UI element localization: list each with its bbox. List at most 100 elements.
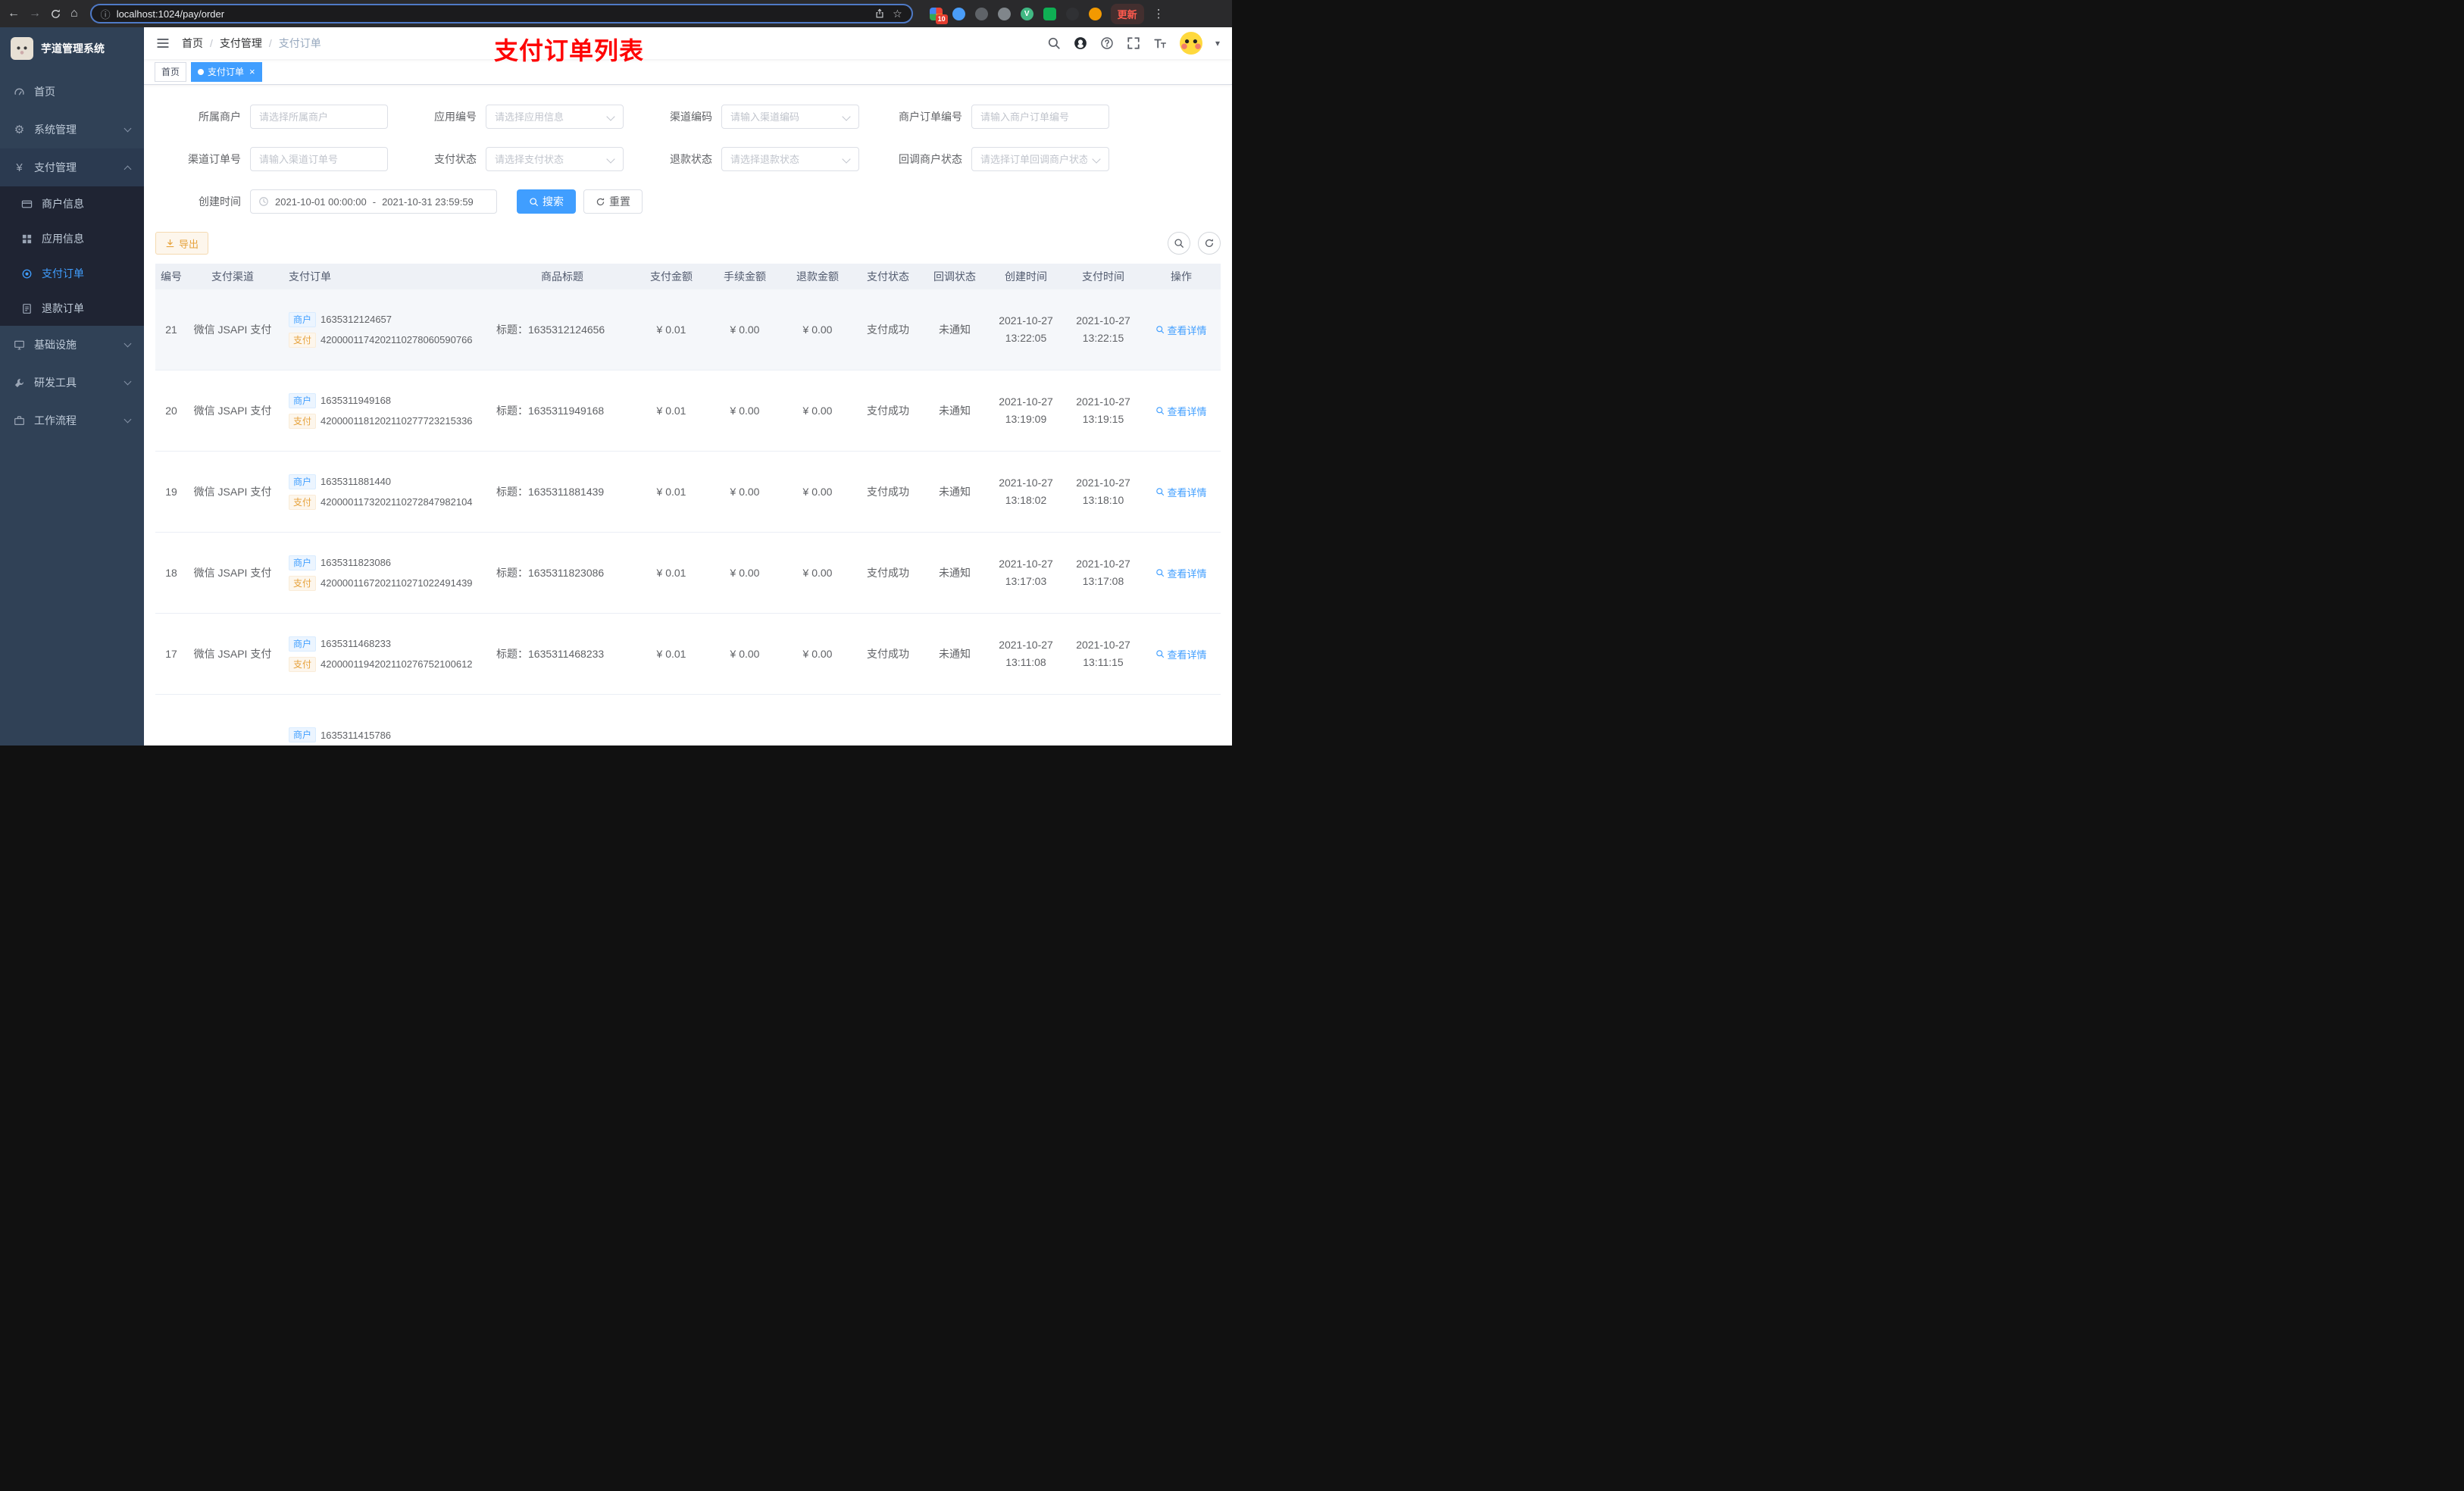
filter-field-notify-status: 回调商户状态 — [862, 147, 1112, 171]
view-detail-link[interactable]: 查看详情 — [1155, 647, 1207, 661]
create-time-range[interactable]: 2021-10-01 00:00:00 - 2021-10-31 23:59:5… — [250, 189, 497, 214]
view-detail-link[interactable]: 查看详情 — [1155, 404, 1207, 418]
extension-gray2-icon[interactable] — [997, 7, 1011, 20]
search-button[interactable]: 搜索 — [517, 189, 576, 214]
fullscreen-icon[interactable] — [1127, 36, 1140, 50]
tab-pay-order[interactable]: 支付订单 × — [191, 61, 262, 82]
share-icon[interactable] — [874, 8, 885, 19]
cell-id: 19 — [165, 486, 177, 498]
refund-status-input[interactable] — [722, 148, 858, 170]
font-size-icon[interactable] — [1153, 36, 1167, 50]
cell-channel: 微信 JSAPI 支付 — [193, 648, 272, 660]
cell-amount: ¥ 0.01 — [656, 648, 686, 660]
sidebar-item-label: 工作流程 — [34, 414, 77, 427]
cell-order: 商户 1635311949168 支付 42000011812021102777232… — [278, 392, 490, 429]
extension-blue-icon[interactable] — [952, 7, 965, 20]
breadcrumb-payment[interactable]: 支付管理 — [220, 36, 262, 51]
extension-gray-icon[interactable] — [974, 7, 988, 20]
sidebar-item-app-info[interactable]: 应用信息 — [0, 221, 144, 256]
reload-icon[interactable] — [50, 8, 61, 20]
user-avatar[interactable] — [1179, 32, 1202, 55]
merchant-tag: 商户 — [289, 555, 317, 570]
back-icon[interactable]: ← — [8, 8, 20, 20]
cell-refund: ¥ 0.00 — [802, 405, 833, 417]
forward-icon[interactable]: → — [29, 8, 41, 20]
extension-grid-icon[interactable]: 10 — [929, 7, 948, 24]
date-start[interactable]: 2021-10-01 00:00:00 — [275, 196, 367, 208]
pay-tag: 支付 — [289, 656, 317, 672]
sidebar-item-refund-order[interactable]: 退款订单 — [0, 291, 144, 326]
notify-status-input[interactable] — [972, 148, 1108, 170]
view-detail-link[interactable]: 查看详情 — [1155, 485, 1207, 499]
column-header: 回调状态 — [933, 270, 976, 283]
view-detail-link[interactable]: 查看详情 — [1155, 323, 1207, 337]
pay-tag: 支付 — [289, 575, 317, 591]
update-button[interactable]: 更新 — [1110, 3, 1144, 24]
address-bar[interactable]: ⓘ localhost:1024/pay/order ☆ — [89, 4, 913, 23]
filter-label: 支付状态 — [434, 153, 477, 165]
browser-menu-icon[interactable]: ⋮ — [1153, 8, 1165, 20]
cell-pay-time: 2021-10-27 13:11:15 — [1076, 639, 1130, 668]
pay-status-input[interactable] — [486, 148, 623, 170]
merchant-order-no-input[interactable] — [972, 105, 1108, 128]
bookmark-star-icon[interactable]: ☆ — [893, 8, 902, 19]
cell-pay-status: 支付成功 — [867, 324, 909, 336]
breadcrumb-home[interactable]: 首页 — [182, 36, 203, 51]
vue-devtools-icon[interactable]: V — [1020, 7, 1033, 20]
notify-status-select[interactable] — [971, 147, 1109, 171]
channel-code-select[interactable] — [721, 105, 859, 129]
url-text[interactable]: localhost:1024/pay/order — [117, 8, 868, 20]
sidebar-item-home[interactable]: 首页 — [0, 73, 144, 111]
sidebar-item-workflow[interactable]: 工作流程 — [0, 402, 144, 439]
filter-field-app: 应用编号 — [391, 105, 627, 129]
channel-code-input[interactable] — [722, 105, 858, 128]
wechat-devtools-icon[interactable] — [1043, 7, 1056, 20]
sidebar-item-payment[interactable]: ¥ 支付管理 — [0, 148, 144, 186]
avatar-caret-icon[interactable]: ▾ — [1215, 38, 1220, 48]
extension-avatar-icon[interactable] — [1088, 7, 1102, 20]
column-header: 编号 — [161, 270, 182, 283]
card-icon — [21, 198, 33, 210]
help-icon[interactable] — [1100, 36, 1114, 50]
extension-dark-icon[interactable] — [1065, 7, 1079, 20]
magnifier-icon — [1155, 568, 1165, 577]
date-separator: - — [372, 195, 377, 208]
pay-status-select[interactable] — [486, 147, 624, 171]
pay-order-no: 4200001173202110272847982104 — [321, 496, 473, 508]
sidebar-item-pay-order[interactable]: 支付订单 — [0, 256, 144, 291]
refresh-table-button[interactable] — [1198, 232, 1221, 255]
reset-button[interactable]: 重置 — [583, 189, 643, 214]
monitor-icon — [14, 339, 25, 351]
tab-home[interactable]: 首页 — [155, 61, 187, 82]
close-tab-icon[interactable]: × — [249, 67, 255, 77]
refund-status-select[interactable] — [721, 147, 859, 171]
merchant-input[interactable] — [251, 105, 387, 128]
search-icon[interactable] — [1047, 36, 1061, 50]
sidebar-item-infrastructure[interactable]: 基础设施 — [0, 326, 144, 364]
breadcrumb-separator: / — [268, 37, 272, 49]
merchant-order-no: 1635311949168 — [321, 395, 392, 406]
app-select-input[interactable] — [486, 105, 623, 128]
collapse-sidebar-icon[interactable] — [156, 36, 170, 50]
channel-order-no-input[interactable] — [251, 148, 387, 170]
extension-badge: 10 — [935, 14, 948, 24]
app-logo[interactable]: 芋道管理系统 — [0, 27, 144, 70]
site-info-icon[interactable]: ⓘ — [101, 7, 111, 21]
breadcrumb: 首页 / 支付管理 / 支付订单 — [182, 36, 321, 51]
sidebar-item-merchant-info[interactable]: 商户信息 — [0, 186, 144, 221]
github-icon[interactable] — [1074, 36, 1087, 50]
sidebar-item-system[interactable]: ⚙ 系统管理 — [0, 111, 144, 148]
app-select[interactable] — [486, 105, 624, 129]
cell-title: 标题：1635311823086 — [496, 567, 605, 579]
search-toggle-button[interactable] — [1168, 232, 1190, 255]
filter-label: 渠道编码 — [670, 111, 712, 123]
date-end[interactable]: 2021-10-31 23:59:59 — [382, 196, 474, 208]
pay-order-table: 编号 支付渠道 支付订单 商品标题 支付金额 手续金额 退款金额 支付状态 回调状态 创建时间 支付… — [155, 264, 1221, 746]
home-icon[interactable]: ⌂ — [70, 8, 78, 20]
view-detail-link[interactable]: 查看详情 — [1155, 566, 1207, 580]
export-button[interactable]: 导出 — [155, 232, 209, 255]
table-row: 商户 1635311415786 — [155, 695, 1221, 746]
filter-form: 所属商户 应用编号 渠道编码 商户订单编号 渠道订单号 — [155, 105, 1221, 214]
sidebar-item-dev-tools[interactable]: 研发工具 — [0, 364, 144, 402]
refresh-icon — [596, 197, 605, 207]
